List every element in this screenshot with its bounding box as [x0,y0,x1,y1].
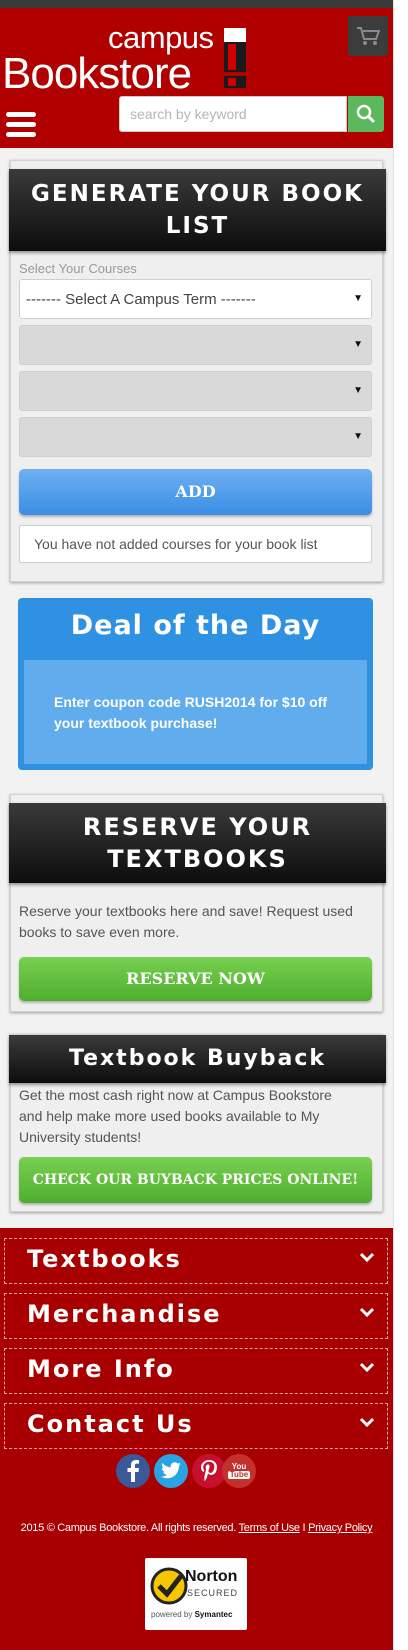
privacy-policy-link[interactable]: Privacy Policy [308,1522,373,1534]
deal-text: Enter coupon code RUSH2014 for $10 off y… [54,694,328,731]
top-strip [0,0,393,8]
course-select[interactable]: ▼ [19,371,372,411]
buyback-prices-button[interactable]: CHECK OUR BUYBACK PRICES ONLINE! [19,1157,372,1203]
footer-menu-label: Contact Us [27,1410,194,1438]
section-select[interactable]: ▼ [19,417,372,457]
norton-secured-seal[interactable]: Norton SECURED powered by Symantec [145,1558,247,1630]
chevron-down-icon [359,1307,375,1318]
footer-menu-merchandise[interactable]: Merchandise [4,1293,388,1339]
chevron-down-icon [359,1362,375,1373]
department-select[interactable]: ▼ [19,325,372,365]
hamburger-menu-button[interactable] [6,112,36,138]
norton-secured-label: SECURED [187,1588,239,1598]
youtube-icon[interactable]: You Tube [222,1454,256,1488]
right-scrollbar[interactable] [393,0,408,1650]
copyright-line: 2015 © Campus Bookstore. All rights rese… [0,1522,393,1534]
cart-button[interactable] [348,16,388,56]
youtube-label-bottom: Tube [227,1470,251,1479]
logo-book-mark-icon [224,28,246,88]
norton-check-icon [150,1567,188,1605]
logo-bookstore-text: Bookstore [2,49,192,98]
footer-menu-contact-us[interactable]: Contact Us [4,1403,388,1449]
footer-menu-more-info[interactable]: More Info [4,1348,388,1394]
norton-brand: Norton [185,1568,238,1585]
link-separator: I [302,1522,306,1534]
cart-icon [357,27,380,45]
book-list-empty-message: You have not added courses for your book… [19,525,372,563]
copyright-text: 2015 © Campus Bookstore. All rights rese… [20,1522,237,1534]
page: campus Bookstore GENE [0,0,393,1650]
twitter-icon[interactable] [154,1454,188,1488]
terms-of-use-link[interactable]: Terms of Use [239,1522,301,1534]
footer-menu-label: More Info [27,1355,175,1383]
reserve-text: Reserve your textbooks here and save! Re… [19,903,353,940]
reserve-now-button[interactable]: RESERVE NOW [19,957,372,1001]
dropdown-arrow-icon: ▼ [353,293,363,304]
reserve-title: RESERVE YOUR TEXTBOOKS [9,803,386,883]
footer-menu-textbooks[interactable]: Textbooks [4,1238,388,1284]
dropdown-arrow-icon: ▼ [353,339,363,350]
menu-bar [6,132,36,137]
reserve-panel: RESERVE YOUR TEXTBOOKS Reserve your text… [9,794,386,1012]
pinterest-icon[interactable] [192,1454,226,1488]
chevron-down-icon [359,1417,375,1428]
deal-title: Deal of the Day [70,610,321,641]
norton-powered-text: powered by [151,1610,193,1619]
search-input[interactable] [119,96,347,132]
norton-symantec-text: Symantec [194,1610,233,1619]
deal-box: Enter coupon code RUSH2014 for $10 off y… [24,660,367,764]
search-icon [356,104,376,124]
select-courses-label: Select Your Courses [19,261,137,276]
footer-menu-label: Merchandise [27,1300,222,1328]
menu-bar [6,112,36,117]
add-course-button[interactable]: ADD [19,469,372,515]
buyback-title: Textbook Buyback [9,1035,386,1083]
dropdown-arrow-icon: ▼ [353,431,363,442]
dropdown-arrow-icon: ▼ [353,385,363,396]
footer-menu-label: Textbooks [27,1245,182,1273]
campus-term-select[interactable]: ------- Select A Campus Term ------- ▼ [19,279,372,319]
buyback-text: Get the most cash right now at Campus Bo… [19,1087,332,1145]
buyback-panel: Textbook Buyback Get the most cash right… [9,1034,386,1212]
search-button[interactable] [348,96,384,132]
book-list-title: GENERATE YOUR BOOK LIST [9,169,386,251]
facebook-icon[interactable] [116,1454,150,1488]
norton-powered-by: powered by Symantec [151,1610,232,1619]
deal-of-the-day-panel: Deal of the Day Enter coupon code RUSH20… [18,598,373,770]
campus-term-value: ------- Select A Campus Term ------- [26,291,256,308]
book-list-panel: GENERATE YOUR BOOK LIST Select Your Cour… [9,160,386,582]
chevron-down-icon [359,1252,375,1263]
menu-bar [6,122,36,127]
